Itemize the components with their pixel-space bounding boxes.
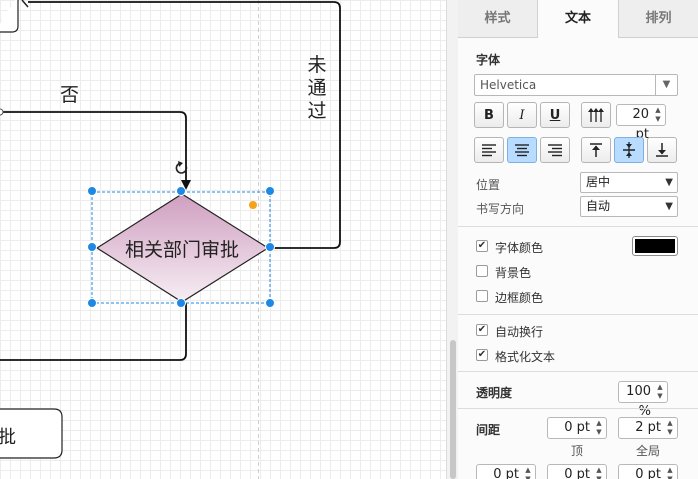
vertical-text-button[interactable] — [581, 102, 611, 128]
stepper-arrows-icon[interactable]: ▲ ▼ — [594, 466, 604, 479]
font-family-select[interactable]: Helvetica ▼ — [474, 74, 678, 96]
chevron-down-icon: ▼ — [665, 177, 673, 188]
word-wrap-checkbox[interactable]: ✔ — [476, 324, 488, 336]
spacing-right-value: 0 pt — [635, 467, 661, 479]
formatted-text-label: 格式化文本 — [495, 350, 556, 364]
writing-direction-select[interactable]: 自动 ▼ — [580, 196, 678, 217]
edge-bottom[interactable] — [0, 303, 187, 361]
resize-handle-tl[interactable] — [87, 186, 97, 196]
align-center-button[interactable] — [507, 137, 537, 163]
spacing-top-caption: 顶 — [571, 444, 584, 458]
italic-button[interactable]: I — [507, 102, 537, 128]
font-size-stepper[interactable]: 20 pt ▲ ▼ — [616, 104, 666, 142]
font-color-fill — [635, 239, 675, 253]
spacing-top-stepper[interactable]: 0 pt ▲ ▼ — [547, 417, 607, 439]
align-center-icon — [515, 144, 529, 157]
position-label: 位置 — [476, 178, 501, 192]
align-bottom-icon — [656, 143, 668, 157]
tab-text[interactable]: 文本 — [538, 0, 619, 38]
align-middle-button[interactable] — [614, 137, 644, 163]
align-top-button[interactable] — [581, 137, 611, 163]
chevron-down-icon: ▼ — [665, 201, 673, 212]
align-bottom-button[interactable] — [647, 137, 677, 163]
align-top-icon — [590, 143, 602, 157]
diagram-canvas[interactable]: 否 未 通 过 相关部门审批 批 — [0, 0, 446, 479]
stepper-arrows-icon[interactable]: ▲ ▼ — [655, 383, 665, 401]
edge-label-no[interactable]: 否 — [60, 80, 79, 107]
font-color-checkbox[interactable]: ✔ — [476, 240, 488, 252]
format-panel: 样式 文本 排列 字体 Helvetica ▼ B I U 20 pt ▲▼ — [458, 0, 698, 479]
font-color-label: 字体颜色 — [495, 241, 544, 255]
divider — [458, 314, 698, 315]
top-left-shape[interactable] — [0, 0, 19, 33]
spacing-top-value: 0 pt — [564, 420, 590, 435]
spacing-label: 间距 — [476, 423, 501, 437]
resize-handle-l[interactable] — [87, 242, 97, 252]
divider — [458, 226, 698, 227]
edge-no-start-point — [0, 108, 4, 116]
tab-style[interactable]: 样式 — [458, 0, 538, 38]
align-left-button[interactable] — [474, 137, 504, 163]
stepper-arrows-icon[interactable]: ▲ ▼ — [665, 419, 675, 437]
divider — [458, 408, 698, 409]
opacity-label: 透明度 — [476, 386, 513, 400]
shape-adjust-handle[interactable] — [249, 201, 257, 209]
spacing-bottom-value: 0 pt — [564, 467, 590, 479]
spacing-left-stepper[interactable]: 0 pt ▲ ▼ — [476, 464, 536, 479]
word-wrap-label: 自动换行 — [495, 325, 544, 339]
chevron-down-icon: ▼ — [655, 75, 677, 95]
edge-label-not-passed[interactable]: 未 通 过 — [305, 54, 329, 123]
edge-no[interactable] — [0, 111, 187, 186]
align-right-icon — [548, 144, 562, 157]
bold-button[interactable]: B — [474, 102, 504, 128]
align-left-icon — [482, 144, 496, 157]
writing-direction-value: 自动 — [586, 199, 611, 213]
divider — [458, 371, 698, 372]
resize-handle-tr[interactable] — [265, 186, 275, 196]
resize-handle-t[interactable] — [176, 186, 186, 196]
resize-handle-bl[interactable] — [87, 298, 97, 308]
spacing-global-caption: 全局 — [636, 444, 661, 458]
rotate-icon[interactable] — [175, 161, 188, 174]
writing-direction-label: 书写方向 — [476, 202, 525, 216]
top-arrowhead — [21, 0, 29, 8]
vertical-text-icon — [588, 108, 604, 122]
position-value: 居中 — [586, 175, 611, 189]
canvas-scrollbar[interactable] — [446, 0, 458, 479]
align-right-button[interactable] — [540, 137, 570, 163]
background-color-label: 背景色 — [495, 266, 532, 280]
resize-handle-b[interactable] — [176, 298, 186, 308]
opacity-stepper[interactable]: 100 % ▲ ▼ — [618, 381, 668, 419]
underline-button[interactable]: U — [540, 102, 570, 128]
spacing-global-value: 2 pt — [635, 420, 661, 435]
border-color-checkbox[interactable] — [476, 290, 488, 302]
bottom-shape-label[interactable]: 批 — [0, 423, 16, 449]
border-color-label: 边框颜色 — [495, 291, 544, 305]
scrollbar-thumb[interactable] — [450, 340, 456, 479]
panel-tabs: 样式 文本 排列 — [458, 0, 698, 38]
stepper-arrows-icon[interactable]: ▲ ▼ — [523, 466, 533, 479]
tab-arrange[interactable]: 排列 — [619, 0, 698, 38]
opacity-value: 100 % — [626, 384, 651, 419]
stepper-arrows-icon[interactable]: ▲ ▼ — [594, 419, 604, 437]
align-middle-icon — [623, 142, 635, 158]
font-family-value: Helvetica — [480, 78, 537, 92]
font-color-swatch[interactable] — [632, 236, 678, 256]
formatted-text-checkbox[interactable]: ✔ — [476, 349, 488, 361]
spacing-left-value: 0 pt — [493, 467, 519, 479]
resize-handle-br[interactable] — [265, 298, 275, 308]
stepper-arrows-icon[interactable]: ▲ ▼ — [653, 106, 663, 124]
spacing-global-stepper[interactable]: 2 pt ▲ ▼ — [618, 417, 678, 439]
stepper-arrows-icon[interactable]: ▲ ▼ — [665, 466, 675, 479]
position-select[interactable]: 居中 ▼ — [580, 172, 678, 193]
spacing-right-stepper[interactable]: 0 pt ▲ ▼ — [618, 464, 678, 479]
background-color-checkbox[interactable] — [476, 265, 488, 277]
resize-handle-r[interactable] — [265, 242, 275, 252]
spacing-bottom-stepper[interactable]: 0 pt ▲ ▼ — [547, 464, 607, 479]
diamond-label[interactable]: 相关部门审批 — [98, 235, 266, 262]
font-heading: 字体 — [476, 53, 501, 67]
